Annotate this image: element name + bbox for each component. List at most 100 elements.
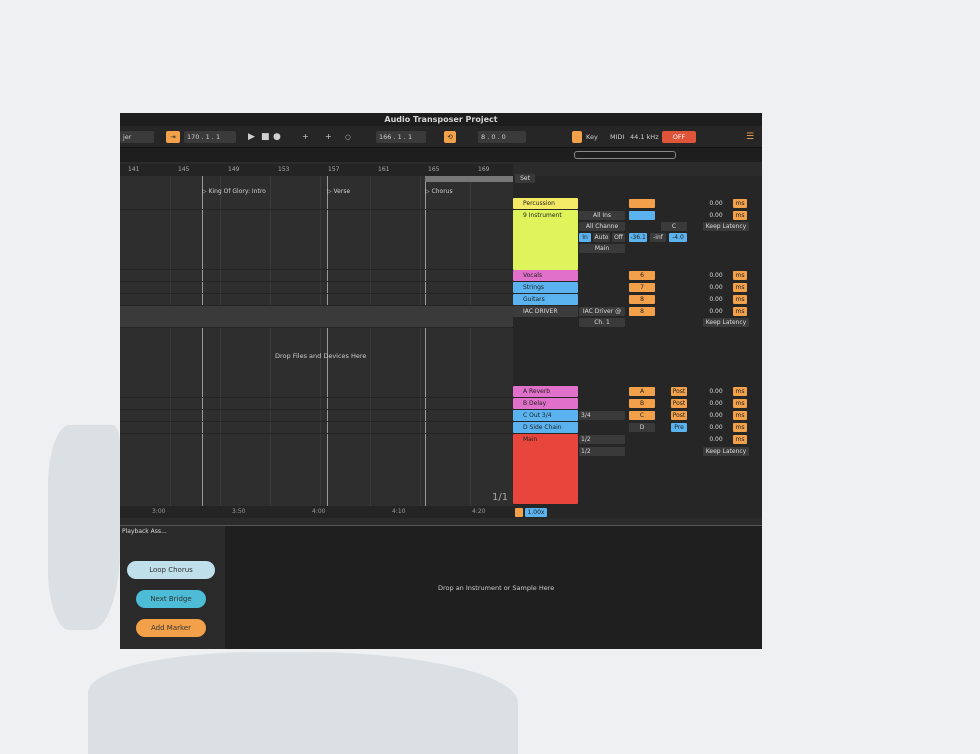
arrangement-view[interactable]: ▷ King Of Glory: Intro ▷ Verse ▷ Chorus … xyxy=(120,176,513,506)
loop-icon[interactable]: ⟲ xyxy=(444,131,456,143)
add-marker-button[interactable]: Add Marker xyxy=(136,619,206,637)
track-number[interactable]: 7 xyxy=(629,283,655,292)
track-header[interactable]: IAC DRIVER xyxy=(513,306,578,317)
track-number[interactable] xyxy=(629,199,655,208)
return-letter[interactable]: C xyxy=(629,411,655,420)
delay-unit[interactable]: ms xyxy=(733,199,747,208)
marker-verse[interactable]: ▷ Verse xyxy=(327,188,350,195)
delay-unit[interactable]: ms xyxy=(733,387,747,396)
delay-unit[interactable]: ms xyxy=(733,211,747,220)
delay-value[interactable]: 0.00 xyxy=(703,423,729,432)
iac-channel-select[interactable]: Ch. 1 xyxy=(579,318,625,327)
off-button[interactable]: OFF xyxy=(662,131,696,143)
monitor-auto-button[interactable]: Auto xyxy=(593,233,610,242)
delay-value[interactable]: 0.00 xyxy=(703,211,729,220)
return-letter[interactable]: B xyxy=(629,399,655,408)
loop-length-field[interactable]: 8 . 0 . 0 xyxy=(478,131,526,143)
delay-unit[interactable]: ms xyxy=(733,399,747,408)
pan-value[interactable]: -4.0 xyxy=(669,233,687,242)
keep-latency-button[interactable]: Keep Latency xyxy=(703,318,749,327)
delay-value[interactable]: 0.00 xyxy=(703,435,729,444)
main-output-select[interactable]: 1/2 xyxy=(579,447,625,456)
delay-unit[interactable]: ms xyxy=(733,411,747,420)
stop-icon[interactable]: ■ xyxy=(261,131,270,143)
return-header[interactable]: B Delay xyxy=(513,398,578,409)
track-header[interactable]: Guitars xyxy=(513,294,578,305)
crossfade-button[interactable]: C xyxy=(661,222,687,231)
return-lane[interactable] xyxy=(120,386,513,398)
delay-value[interactable]: 0.00 xyxy=(703,387,729,396)
overdub-icon[interactable]: + xyxy=(302,131,309,143)
midi-label[interactable]: MIDI xyxy=(610,131,624,143)
monitor-off-button[interactable]: Off xyxy=(612,233,625,242)
return-lane[interactable] xyxy=(120,410,513,422)
track-number[interactable] xyxy=(629,211,655,220)
next-bridge-button[interactable]: Next Bridge xyxy=(136,590,206,608)
iac-driver-select[interactable]: IAC Driver @ xyxy=(579,307,625,316)
record-icon[interactable]: ● xyxy=(273,131,281,143)
track-header[interactable]: 9 Instrument xyxy=(513,210,578,270)
delay-unit[interactable]: ms xyxy=(733,423,747,432)
delay-unit[interactable]: ms xyxy=(733,435,747,444)
return-header[interactable]: A Reverb xyxy=(513,386,578,397)
play-icon[interactable]: ▶ xyxy=(248,131,255,143)
loop-chorus-button[interactable]: Loop Chorus xyxy=(127,561,215,579)
track-lane[interactable] xyxy=(120,270,513,282)
post-button[interactable]: Post xyxy=(671,411,687,420)
track-number[interactable]: 8 xyxy=(629,295,655,304)
delay-unit[interactable]: ms xyxy=(733,295,747,304)
monitor-in-button[interactable]: In xyxy=(579,233,591,242)
session-record-icon[interactable]: ○ xyxy=(345,131,351,143)
delay-value[interactable]: 0.00 xyxy=(703,199,729,208)
key-map-icon[interactable] xyxy=(572,131,582,143)
return-header[interactable]: D Side Chain xyxy=(513,422,578,433)
key-label[interactable]: Key xyxy=(586,131,598,143)
post-button[interactable]: Post xyxy=(671,387,687,396)
track-lane[interactable] xyxy=(120,294,513,306)
marker-chorus[interactable]: ▷ Chorus xyxy=(425,188,453,195)
device-title[interactable]: Playback Ass... xyxy=(122,528,167,535)
delay-value[interactable]: 0.00 xyxy=(703,271,729,280)
menu-icon[interactable]: ☰ xyxy=(746,131,754,143)
arrangement-overview[interactable] xyxy=(120,148,762,162)
output-select[interactable]: Main xyxy=(579,244,625,253)
position-field[interactable]: 170 . 1 . 1 xyxy=(184,131,236,143)
loop-start-field[interactable]: 166 . 1 . 1 xyxy=(376,131,426,143)
main-output-select[interactable]: 1/2 xyxy=(579,435,625,444)
track-lane[interactable] xyxy=(120,198,513,210)
beat-ruler[interactable]: 141 145 149 153 157 161 165 169 xyxy=(120,164,513,176)
keep-latency-button[interactable]: Keep Latency xyxy=(703,447,749,456)
return-header[interactable]: C Out 3/4 xyxy=(513,410,578,421)
overview-viewport[interactable] xyxy=(574,151,676,159)
time-ruler[interactable]: 3:00 3:50 4:00 4:10 4:20 xyxy=(120,506,513,518)
track-lane[interactable] xyxy=(120,306,513,328)
track-header[interactable]: Strings xyxy=(513,282,578,293)
marker-intro[interactable]: ▷ King Of Glory: Intro xyxy=(202,188,266,195)
track-header[interactable]: Percussion xyxy=(513,198,578,209)
delay-value[interactable]: 0.00 xyxy=(703,307,729,316)
delay-value[interactable]: 0.00 xyxy=(703,411,729,420)
delay-value[interactable]: 0.00 xyxy=(703,295,729,304)
return-lane[interactable] xyxy=(120,398,513,410)
track-lane[interactable] xyxy=(120,282,513,294)
keep-latency-button[interactable]: Keep Latency xyxy=(703,222,749,231)
track-lane[interactable] xyxy=(120,210,513,270)
left-select[interactable]: jer xyxy=(120,131,154,143)
return-output-select[interactable]: 3/4 xyxy=(579,411,625,420)
capture-icon[interactable]: + xyxy=(325,131,332,143)
post-button[interactable]: Post xyxy=(671,399,687,408)
return-letter[interactable]: A xyxy=(629,387,655,396)
delay-unit[interactable]: ms xyxy=(733,283,747,292)
delay-value[interactable]: 0.00 xyxy=(703,399,729,408)
return-lane[interactable] xyxy=(120,422,513,434)
loop-region[interactable] xyxy=(425,176,513,182)
delay-value[interactable]: 0.00 xyxy=(703,283,729,292)
channel-select[interactable]: All Channe xyxy=(579,222,625,231)
input-select[interactable]: All Ins xyxy=(579,211,625,220)
pre-button[interactable]: Pre xyxy=(671,423,687,432)
track-number[interactable]: 6 xyxy=(629,271,655,280)
main-header[interactable]: Main xyxy=(513,434,578,504)
set-button[interactable]: Set xyxy=(515,174,535,183)
zoom-icon[interactable] xyxy=(515,508,523,517)
follow-icon[interactable]: ⇥ xyxy=(166,131,180,143)
